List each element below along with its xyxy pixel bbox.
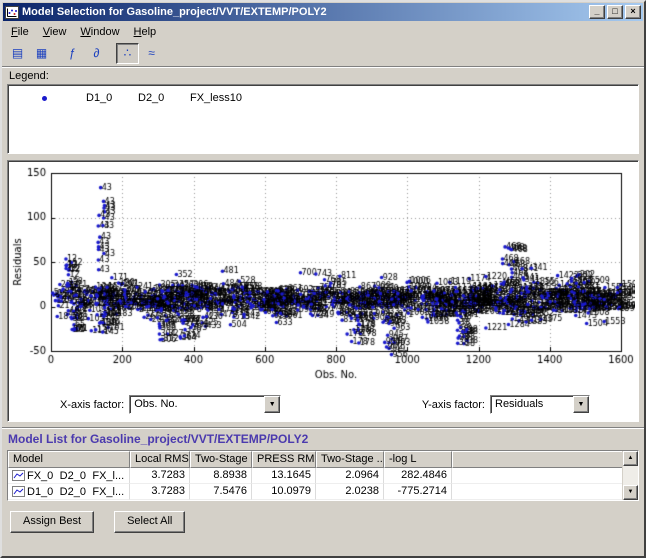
window-title: Model Selection for Gasoline_project/VVT… [22, 6, 587, 18]
menu-window[interactable]: Window [73, 24, 126, 40]
maximize-button[interactable]: □ [607, 5, 623, 19]
col-local-rmse[interactable]: Local RMSE [130, 451, 190, 468]
col-two-stage-1[interactable]: Two-Stage ... [190, 451, 252, 468]
col-press-rmse[interactable]: PRESS RM... [252, 451, 316, 468]
menu-view[interactable]: View [36, 24, 74, 40]
model-table: Model Local RMSE Two-Stage ... PRESS RM.… [7, 450, 639, 501]
two-stage-2-value: 2.0964 [316, 468, 384, 484]
two-stage-1-value: 8.8938 [190, 468, 252, 484]
assign-best-button[interactable]: Assign Best [10, 511, 94, 533]
filler-cell [452, 484, 622, 500]
y-factor-group: Y-axis factor: Residuals ▼ [422, 395, 590, 414]
model-seg-global: D2_0 [60, 486, 93, 498]
x-factor-label: X-axis factor: [60, 399, 124, 411]
y-factor-select[interactable]: Residuals ▼ [490, 395, 590, 414]
tests-plot-icon[interactable]: ▤ [6, 43, 29, 64]
model-name-cell: D1_0 D2_0 FX_l... [8, 484, 130, 500]
select-all-button[interactable]: Select All [114, 511, 185, 533]
menu-file[interactable]: File [4, 24, 36, 40]
local-model-icon[interactable]: ƒ [61, 43, 84, 64]
global-model-icon[interactable]: ∂ [85, 43, 108, 64]
x-factor-value: Obs. No. [130, 396, 264, 413]
table-scrollbar[interactable]: ▲ ▼ [622, 451, 638, 500]
model-seg-global: D2_0 [60, 470, 93, 482]
model-name-cell: FX_0 D2_0 FX_l... [8, 468, 130, 484]
model-seg-local: FX_0 [27, 470, 60, 482]
scroll-down-icon[interactable]: ▼ [623, 485, 638, 500]
legend-entry: D1_0 D2_0 FX_less10 [8, 92, 638, 104]
model-plot-icon [12, 486, 25, 497]
local-rmse-value: 3.7283 [130, 484, 190, 500]
y-factor-label: Y-axis factor: [422, 399, 485, 411]
log-l-value: -775.2714 [384, 484, 452, 500]
chevron-down-icon[interactable]: ▼ [264, 396, 280, 413]
residuals-plot-icon[interactable]: ∴ [116, 43, 139, 64]
col-filler [452, 451, 622, 468]
two-stage-1-value: 7.5476 [190, 484, 252, 500]
log-l-value: 282.4846 [384, 468, 452, 484]
y-factor-value: Residuals [491, 396, 573, 413]
residuals-plot-panel: X-axis factor: Obs. No. ▼ Y-axis factor:… [7, 160, 639, 422]
col-two-stage-2[interactable]: Two-Stage ... [316, 451, 384, 468]
likelihood-plot-icon[interactable]: ≈ [140, 43, 163, 64]
legend-item-twostage: FX_less10 [190, 92, 242, 104]
close-button[interactable]: × [625, 5, 641, 19]
press-rmse-value: 10.0979 [252, 484, 316, 500]
col-model[interactable]: Model [8, 451, 130, 468]
legend-item-global: D2_0 [138, 92, 190, 104]
table-header-row: Model Local RMSE Two-Stage ... PRESS RM.… [8, 451, 622, 468]
menu-bar: File View Window Help [2, 22, 644, 41]
predicted-observed-icon[interactable]: ▦ [30, 43, 53, 64]
model-seg-twostage: FX_l... [92, 470, 125, 482]
model-seg-twostage: FX_l... [92, 486, 125, 498]
chevron-down-icon[interactable]: ▼ [573, 396, 589, 413]
table-row[interactable]: D1_0 D2_0 FX_l... 3.7283 7.5476 10.0979 … [8, 484, 622, 500]
title-bar[interactable]: Model Selection for Gasoline_project/VVT… [3, 3, 643, 21]
scatter-marker-icon [42, 96, 47, 101]
local-rmse-value: 3.7283 [130, 468, 190, 484]
table-row[interactable]: FX_0 D2_0 FX_l... 3.7283 8.8938 13.1645 … [8, 468, 622, 484]
legend-box: D1_0 D2_0 FX_less10 [7, 84, 639, 154]
legend-item-local: D1_0 [86, 92, 138, 104]
press-rmse-value: 13.1645 [252, 468, 316, 484]
residuals-plot-canvas[interactable] [11, 163, 635, 381]
two-stage-2-value: 2.0238 [316, 484, 384, 500]
toolbar: ▤ ▦ ƒ ∂ ∴ ≈ [2, 41, 644, 67]
minimize-button[interactable]: _ [589, 5, 605, 19]
action-buttons: Assign Best Select All [10, 511, 644, 533]
filler-cell [452, 468, 622, 484]
model-selection-window: Model Selection for Gasoline_project/VVT… [0, 0, 646, 558]
model-seg-local: D1_0 [27, 486, 60, 498]
app-icon [5, 6, 19, 19]
legend-label: Legend: [9, 70, 644, 83]
x-factor-group: X-axis factor: Obs. No. ▼ [60, 395, 281, 414]
model-plot-icon [12, 470, 25, 481]
menu-help[interactable]: Help [127, 24, 164, 40]
scroll-up-icon[interactable]: ▲ [623, 451, 638, 466]
col-log-l[interactable]: -log L [384, 451, 452, 468]
x-factor-select[interactable]: Obs. No. ▼ [129, 395, 281, 414]
factor-row: X-axis factor: Obs. No. ▼ Y-axis factor:… [8, 395, 638, 414]
model-list-title: Model List for Gasoline_project/VVT/EXTE… [2, 427, 644, 449]
legend-marker [42, 96, 86, 101]
model-table-grid: Model Local RMSE Two-Stage ... PRESS RM.… [8, 451, 622, 500]
